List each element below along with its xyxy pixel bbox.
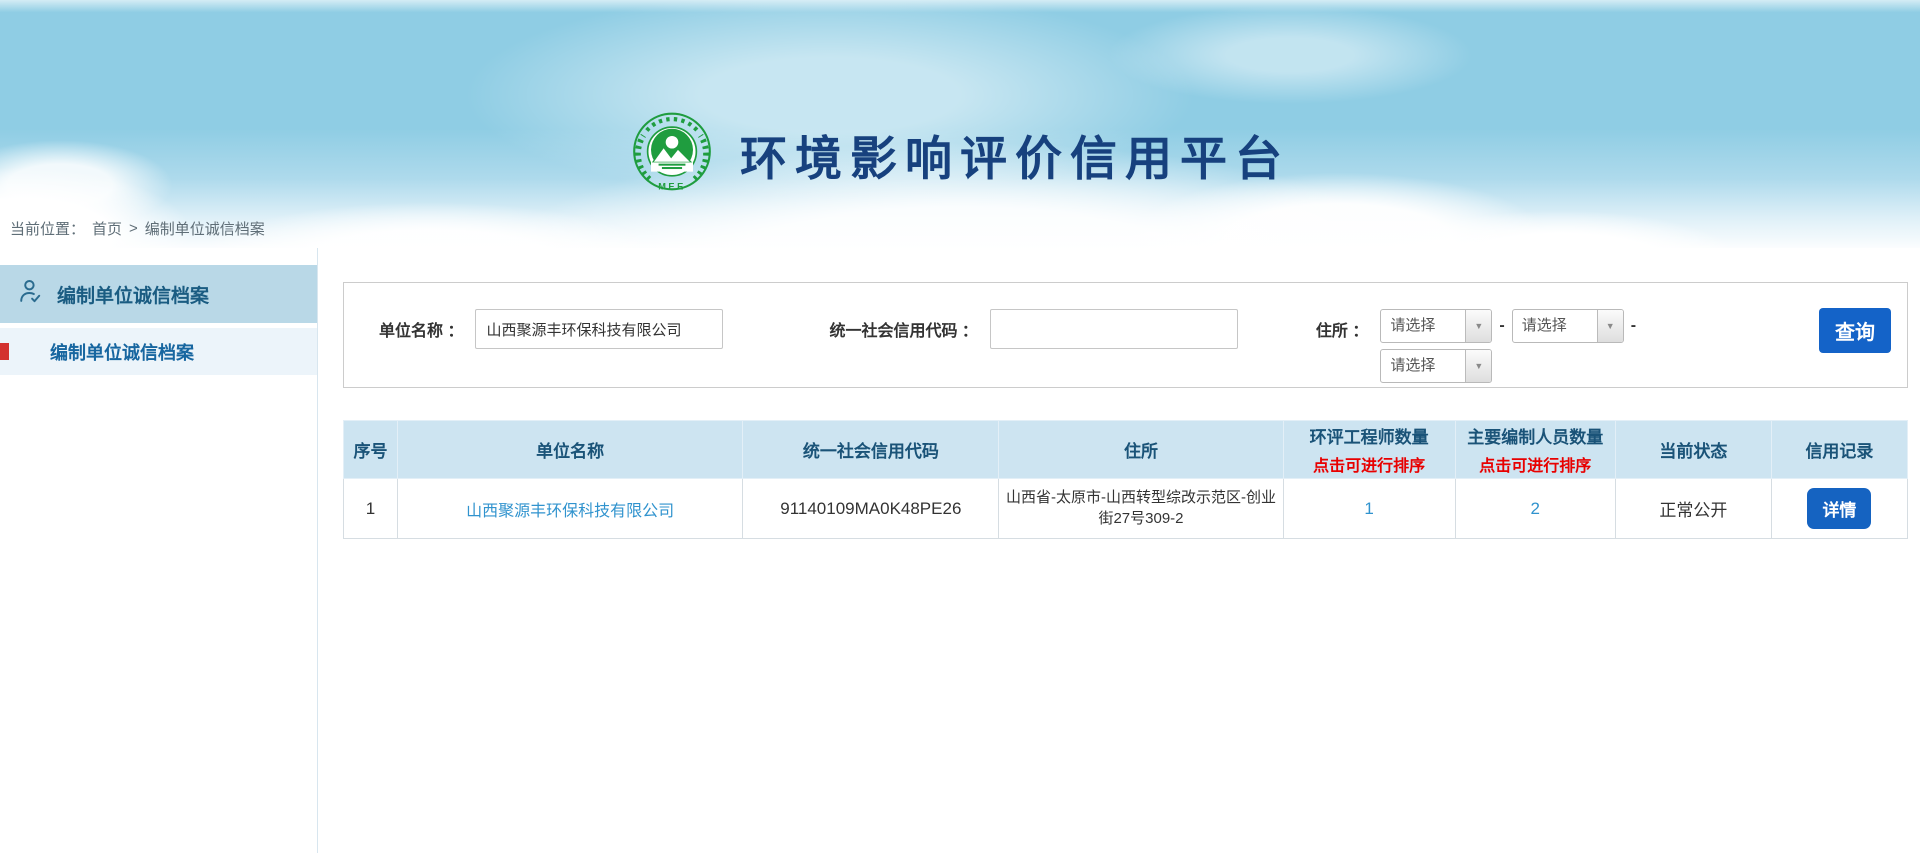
company-name-input[interactable] — [475, 309, 723, 349]
province-select[interactable]: 请选择 ▼ — [1380, 309, 1492, 343]
site-banner: MEE 环境影响评价信用平台 当前位置： 首页 > 编制单位诚信档案 — [0, 0, 1920, 248]
banner-brand: MEE 环境影响评价信用平台 — [630, 112, 1290, 196]
company-name-label: 单位名称 ： — [379, 317, 463, 341]
breadcrumb: 当前位置： 首页 > 编制单位诚信档案 — [10, 218, 265, 239]
query-button[interactable]: 查询 — [1819, 308, 1891, 353]
sort-hint[interactable]: 点击可进行排序 — [1286, 452, 1453, 476]
header-company: 单位名称 — [398, 421, 743, 479]
city-select[interactable]: 请选择 ▼ — [1512, 309, 1624, 343]
province-select-value: 请选择 — [1381, 310, 1465, 342]
search-panel: 单位名称 ： 统一社会信用代码 ： 住所 ： 请选择 ▼ - — [343, 282, 1908, 388]
header-address: 住所 — [999, 421, 1283, 479]
header-engineer-count-sortable[interactable]: 环评工程师数量 点击可进行排序 — [1283, 421, 1455, 479]
logo-caption: MEE — [658, 181, 686, 191]
header-credit-code: 统一社会信用代码 — [743, 421, 999, 479]
cell-company: 山西聚源丰环保科技有限公司 — [398, 479, 743, 539]
active-marker — [0, 343, 9, 360]
header-index: 序号 — [344, 421, 398, 479]
header-status: 当前状态 — [1615, 421, 1771, 479]
city-select-value: 请选择 — [1513, 310, 1597, 342]
cell-credit-record: 详情 — [1771, 479, 1907, 539]
address-field-group: 住所 ： 请选择 ▼ - 请选择 ▼ - — [1316, 309, 1643, 383]
credit-code-input[interactable] — [990, 309, 1238, 349]
main-content: 单位名称 ： 统一社会信用代码 ： 住所 ： 请选择 ▼ - — [318, 248, 1920, 853]
breadcrumb-prefix: 当前位置： — [10, 218, 85, 239]
table-row: 1 山西聚源丰环保科技有限公司 91140109MA0K48PE26 山西省-太… — [344, 479, 1908, 539]
table-header-row: 序号 单位名称 统一社会信用代码 住所 环评工程师数量 点击可进行排序 主要编制… — [344, 421, 1908, 479]
sidebar-item-label: 编制单位诚信档案 — [50, 339, 194, 365]
sidebar: 编制单位诚信档案 编制单位诚信档案 — [0, 248, 318, 853]
sort-hint[interactable]: 点击可进行排序 — [1458, 452, 1613, 476]
header-staff-count-label: 主要编制人员数量 — [1467, 428, 1603, 447]
district-select-value: 请选择 — [1381, 350, 1465, 382]
company-name-field-group: 单位名称 ： — [379, 309, 723, 349]
sidebar-header-label: 编制单位诚信档案 — [57, 281, 209, 308]
results-table: 序号 单位名称 统一社会信用代码 住所 环评工程师数量 点击可进行排序 主要编制… — [343, 420, 1908, 539]
chevron-down-icon[interactable]: ▼ — [1465, 310, 1491, 342]
cell-index: 1 — [344, 479, 398, 539]
staff-count-link[interactable]: 2 — [1531, 499, 1540, 518]
header-engineer-count-label: 环评工程师数量 — [1310, 428, 1429, 447]
page-body: 编制单位诚信档案 编制单位诚信档案 单位名称 ： 统一社会信用代码 ： 住所 ： — [0, 248, 1920, 853]
cell-staff-count: 2 — [1455, 479, 1615, 539]
user-check-icon — [16, 277, 44, 311]
detail-button[interactable]: 详情 — [1807, 488, 1871, 529]
sidebar-header: 编制单位诚信档案 — [0, 265, 317, 323]
cell-engineer-count: 1 — [1283, 479, 1455, 539]
chevron-down-icon[interactable]: ▼ — [1465, 350, 1491, 382]
breadcrumb-current: 编制单位诚信档案 — [145, 218, 265, 239]
district-select[interactable]: 请选择 ▼ — [1380, 349, 1492, 383]
breadcrumb-separator-icon: > — [129, 220, 138, 237]
chevron-down-icon[interactable]: ▼ — [1597, 310, 1623, 342]
cell-status: 正常公开 — [1615, 479, 1771, 539]
credit-code-label: 统一社会信用代码 ： — [829, 317, 977, 341]
company-link[interactable]: 山西聚源丰环保科技有限公司 — [466, 503, 674, 520]
cell-address: 山西省-太原市-山西转型综改示范区-创业街27号309-2 — [999, 479, 1283, 539]
mee-logo-icon: MEE — [630, 112, 714, 196]
address-dash: - — [1631, 317, 1636, 335]
engineer-count-link[interactable]: 1 — [1364, 499, 1373, 518]
site-title: 环境影响评价信用平台 — [740, 120, 1290, 189]
address-label: 住所 ： — [1316, 317, 1368, 341]
address-dash: - — [1499, 317, 1504, 335]
sidebar-item-archive[interactable]: 编制单位诚信档案 — [0, 328, 317, 375]
header-staff-count-sortable[interactable]: 主要编制人员数量 点击可进行排序 — [1455, 421, 1615, 479]
header-credit-record: 信用记录 — [1771, 421, 1907, 479]
cell-credit-code: 91140109MA0K48PE26 — [743, 479, 999, 539]
breadcrumb-home-link[interactable]: 首页 — [92, 218, 122, 239]
credit-code-field-group: 统一社会信用代码 ： — [829, 309, 1237, 349]
